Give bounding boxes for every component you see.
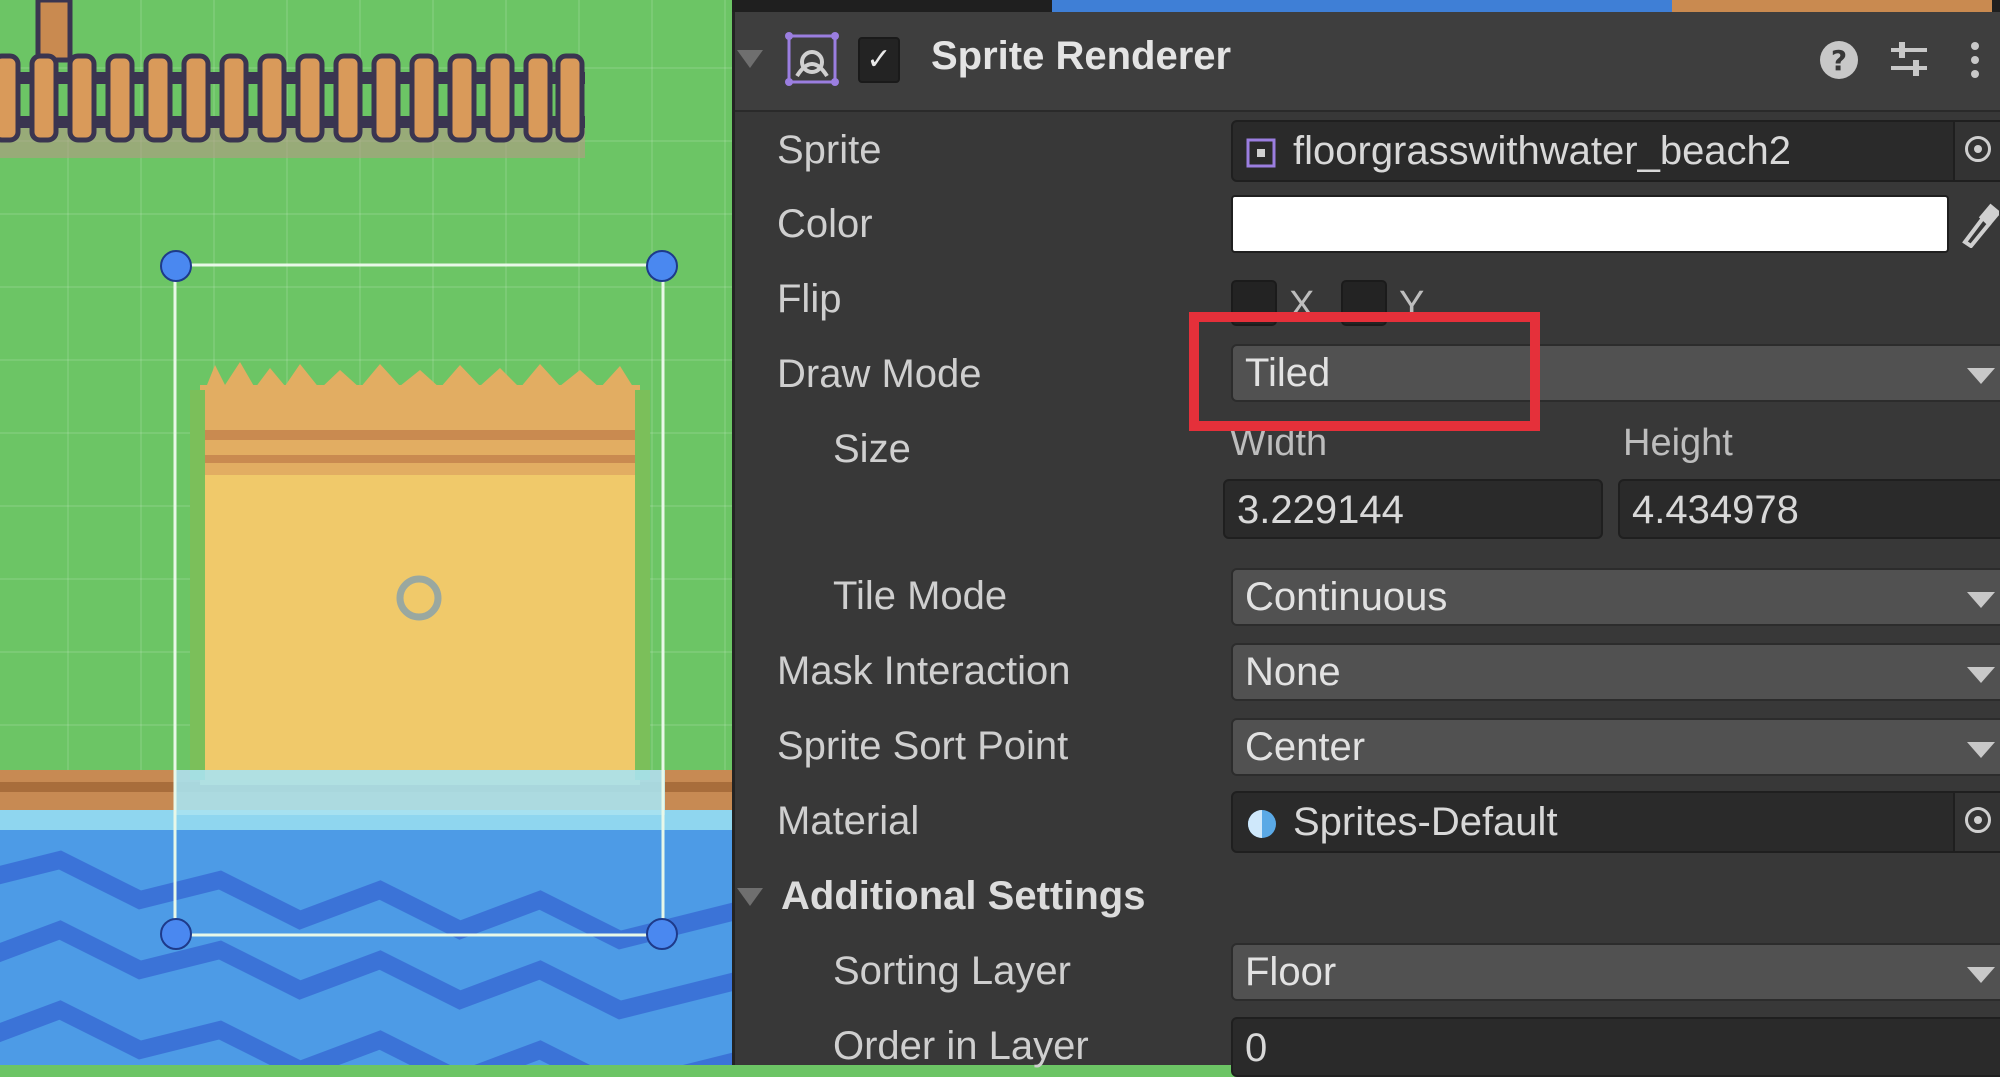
size-height-input[interactable]: 4.434978 [1618,479,2000,539]
sprite-sort-point-value: Center [1245,725,1366,769]
mask-interaction-value: None [1245,650,1341,694]
more-options-icon[interactable] [1953,38,1997,82]
sprite-picker-icon[interactable] [1953,122,2000,180]
size-height-label: Height [1623,422,1733,464]
dropdown-arrow-icon [1967,592,1995,608]
material-value: Sprites-Default [1293,800,1558,844]
material-icon [1248,810,1276,838]
color-label: Color [777,202,873,246]
sorting-layer-label: Sorting Layer [833,949,1071,993]
component-enabled-checkbox[interactable]: ✓ [858,37,900,83]
draw-mode-label: Draw Mode [777,352,982,396]
sprite-sort-point-label: Sprite Sort Point [777,724,1069,768]
tile-mode-dropdown[interactable]: Continuous [1231,568,2000,626]
eyedropper-icon[interactable] [1959,200,1999,248]
inspector-panel: ✓ Sprite Renderer ? Sprite floorgrasswit… [732,12,2000,1077]
mask-interaction-dropdown[interactable]: None [1231,643,2000,701]
sprite-asset-icon [1246,138,1276,168]
help-icon[interactable]: ? [1817,38,1861,82]
sprite-sort-point-dropdown[interactable]: Center [1231,718,2000,776]
scene-view[interactable] [0,0,732,1065]
tile-mode-value: Continuous [1245,575,1448,619]
color-swatch[interactable] [1231,195,1949,253]
tile-mode-label: Tile Mode [833,574,1008,618]
resize-handle-bottom-right [646,918,678,950]
flip-label: Flip [777,277,842,321]
sprite-renderer-icon [785,32,839,86]
material-picker-icon[interactable] [1953,793,2000,851]
sprite-value: floorgrasswithwater_beach2 [1293,129,1792,173]
resize-handle-top-left [160,250,192,282]
sorting-layer-value: Floor [1245,950,1337,994]
sprite-renderer-header[interactable]: ✓ Sprite Renderer ? [735,12,2000,112]
sorting-layer-dropdown[interactable]: Floor [1231,943,2000,1001]
order-in-layer-label: Order in Layer [833,1024,1089,1068]
material-field[interactable]: Sprites-Default [1231,791,2000,853]
dropdown-arrow-icon [1967,742,1995,758]
size-width-input[interactable]: 3.229144 [1223,479,1603,539]
dropdown-arrow-icon [1967,368,1995,384]
sprite-label: Sprite [777,128,882,172]
material-label: Material [777,799,920,843]
scene-top-strip [732,0,2000,12]
svg-text:?: ? [1831,44,1847,77]
dropdown-arrow-icon [1967,967,1995,983]
dropdown-arrow-icon [1967,667,1995,683]
draw-mode-highlight-box [1189,312,1540,431]
fence-sprite [0,0,585,158]
water-tiles [0,800,732,1065]
scene-canvas[interactable] [0,0,732,1065]
foldout-arrow-icon[interactable] [737,50,763,68]
resize-handle-bottom-left [160,918,192,950]
preset-icon[interactable] [1887,38,1931,82]
beach-sprite [175,362,665,815]
additional-settings-title[interactable]: Additional Settings [781,874,1145,919]
resize-handle-top-right [646,250,678,282]
order-in-layer-input[interactable]: 0 [1231,1017,2000,1077]
sprite-field[interactable]: floorgrasswithwater_beach2 [1231,120,2000,182]
mask-interaction-label: Mask Interaction [777,649,1071,693]
component-title: Sprite Renderer [931,34,1232,78]
additional-settings-arrow-icon[interactable] [737,888,763,906]
size-label: Size [833,427,911,471]
